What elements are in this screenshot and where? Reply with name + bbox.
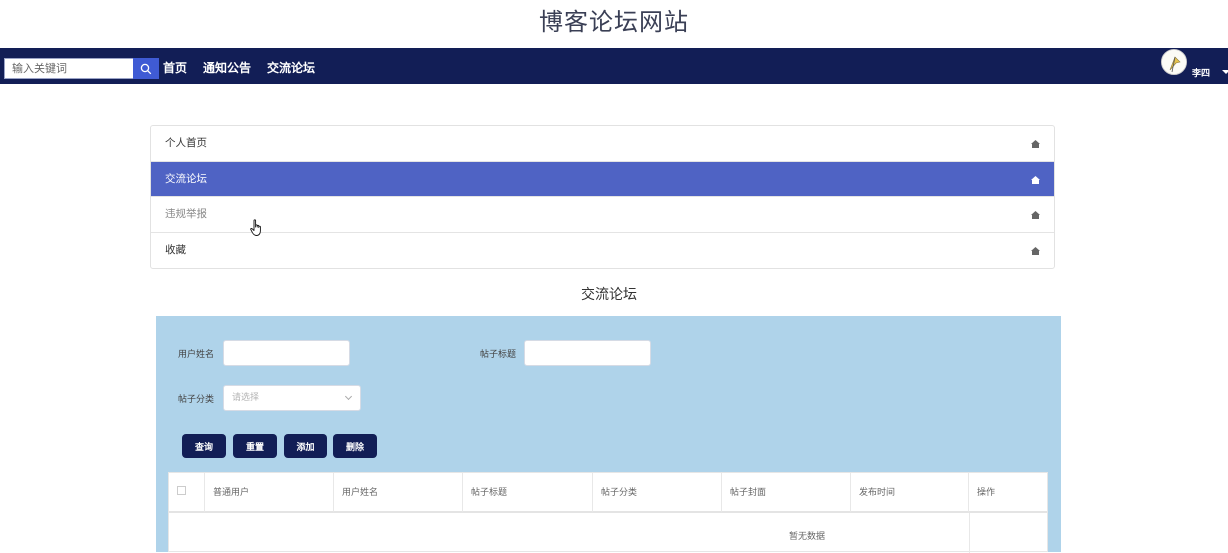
category-select[interactable]: 请选择: [223, 385, 361, 411]
hand-cursor-icon: [250, 219, 261, 236]
column-header: 用户姓名: [334, 473, 463, 513]
menu-item-label: 交流论坛: [165, 172, 207, 185]
nav-link-forum[interactable]: 交流论坛: [267, 48, 315, 84]
select-all-header: [169, 473, 205, 513]
site-title: 博客论坛网站: [539, 8, 689, 36]
column-header: 普通用户: [205, 473, 334, 513]
search-icon: [140, 63, 152, 74]
forum-panel: 用户姓名 帖子标题 帖子分类 请选择 查询 重置 添加 删除 普通用户 用户姓名…: [156, 316, 1061, 553]
profile-menu: 个人首页 交流论坛 违规举报 收藏: [150, 125, 1055, 269]
select-all-checkbox[interactable]: [177, 486, 186, 495]
home-icon: [1031, 246, 1040, 255]
chevron-down-icon: [344, 392, 353, 401]
menu-item-favorites[interactable]: 收藏: [151, 233, 1054, 269]
column-header: 帖子分类: [593, 473, 722, 513]
column-header: 帖子封面: [722, 473, 851, 513]
home-icon: [1031, 175, 1040, 184]
menu-item-forum[interactable]: 交流论坛: [151, 161, 1054, 197]
nav-link-home[interactable]: 首页: [163, 48, 187, 84]
column-header: 发布时间: [851, 473, 969, 513]
column-header: 操作: [969, 473, 1047, 513]
avatar[interactable]: [1161, 49, 1187, 75]
column-header: 帖子标题: [463, 473, 593, 513]
post-title-input[interactable]: [524, 340, 651, 366]
menu-item-label: 违规举报: [165, 208, 207, 220]
menu-item-label: 个人首页: [165, 137, 207, 149]
username-label: 用户姓名: [178, 350, 215, 360]
add-button[interactable]: 添加: [284, 434, 327, 458]
home-icon: [1031, 140, 1040, 148]
column-divider: [969, 513, 970, 553]
nav-link-notices[interactable]: 通知公告: [203, 48, 251, 84]
chevron-down-icon[interactable]: [1222, 70, 1228, 74]
section-title: 交流论坛: [581, 287, 637, 303]
menu-item-label: 收藏: [165, 243, 186, 256]
posts-table: 普通用户 用户姓名 帖子标题 帖子分类 帖子封面 发布时间 操作 暂无数据: [168, 472, 1048, 553]
empty-state-text: 暂无数据: [789, 532, 826, 542]
category-placeholder: 请选择: [232, 393, 260, 403]
search-input[interactable]: [4, 58, 134, 79]
home-icon: [1031, 211, 1040, 219]
query-button[interactable]: 查询: [182, 434, 226, 458]
category-label: 帖子分类: [178, 395, 215, 405]
user-name[interactable]: 李四: [1192, 66, 1210, 79]
search-button[interactable]: [133, 58, 159, 79]
reset-button[interactable]: 重置: [233, 434, 277, 458]
top-navbar: 首页 通知公告 交流论坛 李四: [0, 48, 1228, 84]
post-title-label: 帖子标题: [480, 350, 517, 360]
menu-item-report[interactable]: 违规举报: [151, 197, 1054, 233]
username-input[interactable]: [223, 340, 350, 366]
menu-item-personal-home[interactable]: 个人首页: [151, 126, 1054, 162]
delete-button[interactable]: 删除: [333, 434, 377, 458]
avatar-image-icon: [1162, 50, 1186, 74]
